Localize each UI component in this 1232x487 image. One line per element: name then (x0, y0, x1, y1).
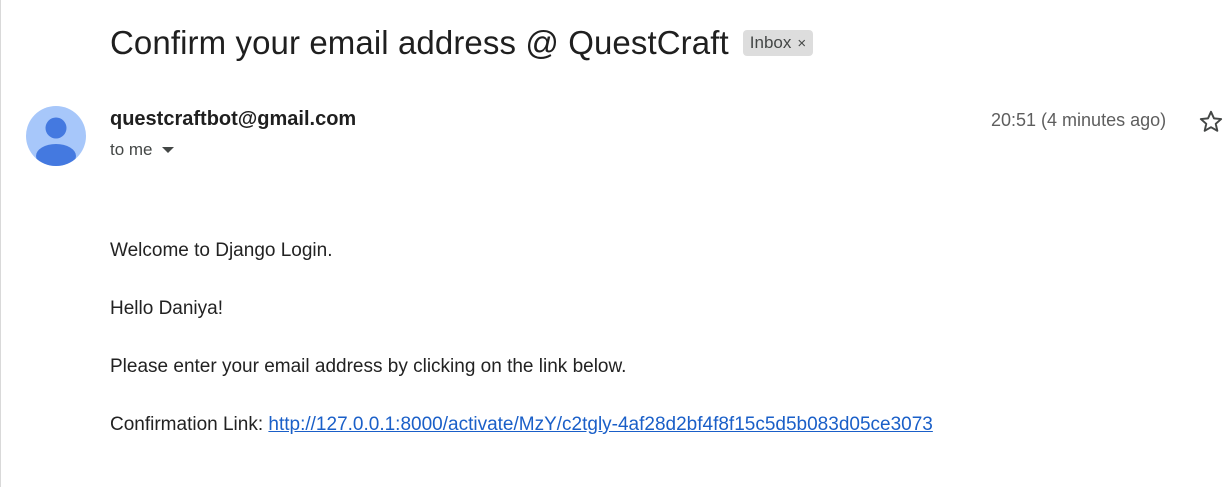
body-instruction: Please enter your email address by click… (110, 356, 627, 377)
inbox-label-chip[interactable]: Inbox × (742, 30, 814, 56)
star-outline-icon[interactable] (1198, 109, 1224, 135)
body-greeting: Welcome to Django Login. (110, 240, 333, 261)
sender-email[interactable]: questcraftbot@gmail.com (110, 108, 356, 131)
confirmation-label: Confirmation Link: (110, 414, 269, 435)
email-timestamp: 20:51 (4 minutes ago) (991, 110, 1167, 130)
caret-down-icon[interactable] (161, 147, 174, 153)
email-subject: Confirm your email address @ QuestCraft (110, 24, 729, 61)
recipient-label: to me (110, 140, 153, 159)
recipient-details-toggle[interactable]: to me (110, 140, 174, 160)
subject-row: Confirm your email address @ QuestCraft … (110, 22, 814, 64)
confirmation-line: Confirmation Link: http://127.0.0.1:8000… (110, 412, 933, 438)
person-avatar-icon[interactable] (26, 106, 86, 166)
body-salutation: Hello Daniya! (110, 298, 223, 319)
avatar-figure (36, 117, 76, 166)
email-view: Confirm your email address @ QuestCraft … (0, 0, 1232, 487)
confirmation-link[interactable]: http://127.0.0.1:8000/activate/MzY/c2tgl… (268, 414, 932, 435)
close-icon[interactable]: × (797, 35, 806, 52)
email-body: Welcome to Django Login. Hello Daniya! P… (110, 238, 933, 470)
label-text: Inbox (749, 33, 792, 52)
